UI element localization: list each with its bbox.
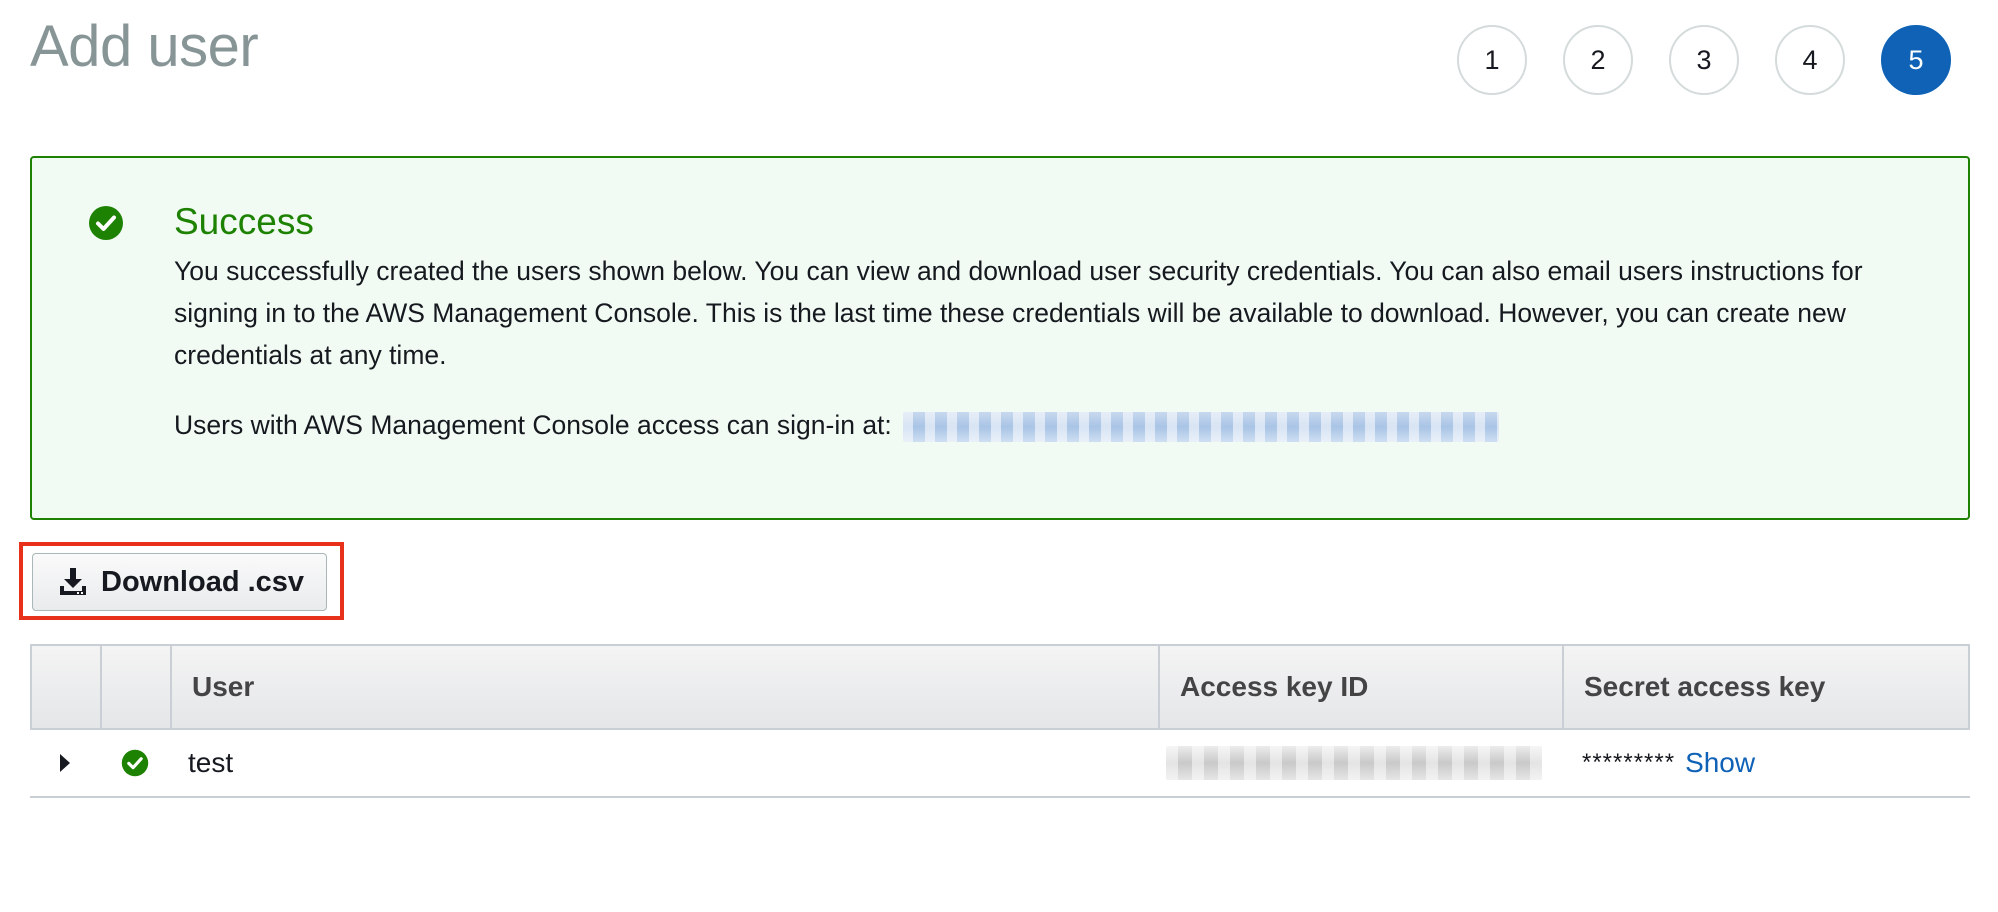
signin-url-redacted[interactable]	[903, 412, 1500, 442]
header-access-key-id[interactable]: Access key ID	[1160, 646, 1564, 728]
download-icon	[60, 568, 86, 595]
status-cell	[100, 749, 170, 777]
header-expand-col	[32, 646, 102, 728]
expand-cell	[30, 754, 100, 772]
alert-title: Success	[174, 201, 314, 242]
show-secret-link[interactable]: Show	[1685, 747, 1755, 779]
expand-caret-icon[interactable]	[60, 754, 70, 772]
table-row: test ********* Show	[30, 730, 1970, 798]
header-secret-access-key[interactable]: Secret access key	[1564, 646, 1968, 728]
step-2[interactable]: 2	[1563, 25, 1633, 95]
table-header: User Access key ID Secret access key	[30, 644, 1970, 730]
step-1[interactable]: 1	[1457, 25, 1527, 95]
secret-key-cell: ********* Show	[1562, 747, 1970, 779]
user-name: test	[188, 747, 234, 778]
access-key-id-redacted	[1166, 746, 1542, 780]
users-table: User Access key ID Secret access key tes…	[30, 644, 1970, 798]
download-csv-button[interactable]: Download .csv	[32, 553, 327, 611]
step-5[interactable]: 5	[1881, 25, 1951, 95]
access-key-cell	[1158, 746, 1562, 780]
secret-key-masked: *********	[1582, 749, 1676, 776]
page-title: Add user	[30, 14, 259, 79]
check-circle-icon	[121, 749, 149, 777]
check-circle-icon	[89, 206, 123, 240]
step-4[interactable]: 4	[1775, 25, 1845, 95]
alert-body: You successfully created the users shown…	[174, 256, 1863, 370]
success-alert: Success You successfully created the use…	[30, 156, 1970, 520]
signin-line: Users with AWS Management Console access…	[174, 404, 1500, 446]
header-user[interactable]: User	[172, 646, 1160, 728]
add-user-page: Add user 1 2 3 4 5 Success You successfu…	[0, 0, 1998, 912]
signin-text: Users with AWS Management Console access…	[174, 410, 892, 440]
step-3[interactable]: 3	[1669, 25, 1739, 95]
header-status-col	[102, 646, 172, 728]
download-label: Download .csv	[101, 565, 305, 598]
wizard-steps: 1 2 3 4 5	[1457, 25, 1951, 95]
